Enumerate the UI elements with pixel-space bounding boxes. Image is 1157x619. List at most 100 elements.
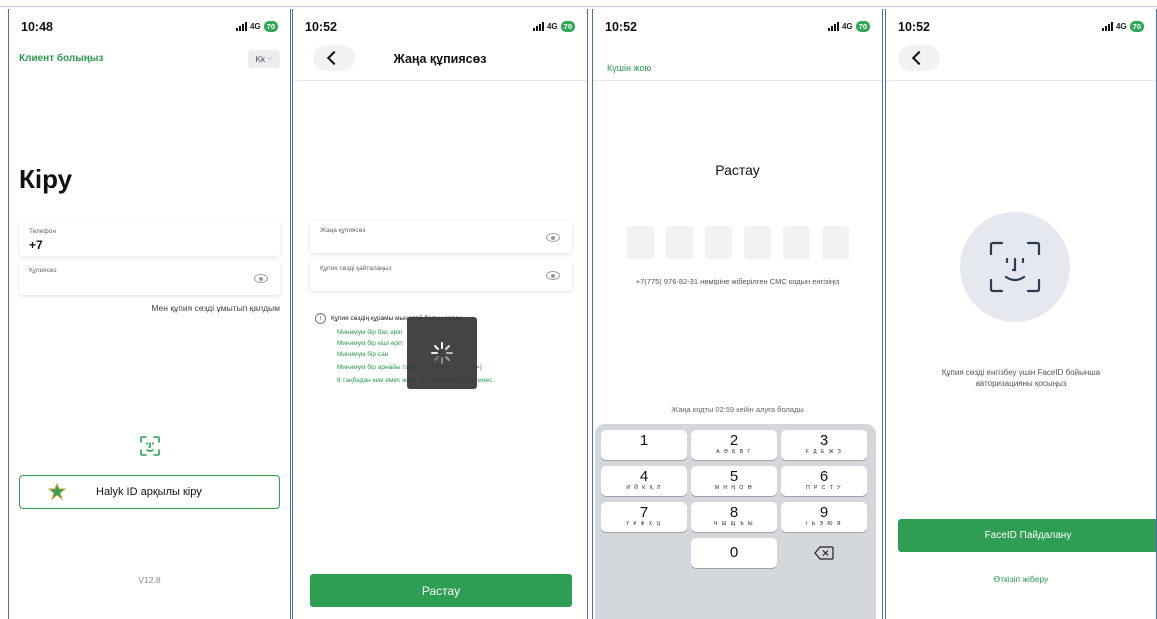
language-selector[interactable]: Kk ⌵ (248, 50, 280, 68)
numeric-keypad: 1 2 А Ә Б В Г 3 F Д Е Ж З 4 И Й К Қ Л 5 … (595, 424, 876, 619)
eye-icon[interactable] (546, 271, 560, 280)
skip-link[interactable]: Өткізіп жіберу (886, 574, 1156, 584)
otp-digit-box[interactable] (783, 226, 810, 259)
status-bar: 10:52 4G 70 (293, 20, 587, 36)
rule-item: Минимум бір бас әріп (337, 329, 403, 336)
become-client-link[interactable]: Клиент болыңыз (19, 53, 103, 64)
repeat-password-field[interactable]: Құпия сөзді қайталаңыз (310, 259, 572, 291)
network-type: 4G (546, 22, 558, 31)
resend-timer: Жаңа кодты 02:59 кейін алуға болады (671, 405, 804, 414)
chevron-down-icon: ⌵ (267, 55, 273, 62)
password-label: Құпиясөз (29, 267, 57, 274)
otp-digit-box[interactable] (822, 226, 849, 259)
network-indicator: 4G 70 (532, 21, 575, 32)
key-digit: 7 (639, 504, 649, 521)
new-password-screen: 10:52 4G 70 Жаңа құпиясөз Жаңа құпиясөз … (292, 9, 588, 619)
otp-digit-box[interactable] (627, 226, 654, 259)
battery-icon: 70 (560, 21, 575, 32)
face-id-illustration (960, 212, 1070, 322)
rule-item: Минимум бір кіші әріп (337, 340, 403, 347)
key-digit: 9 (819, 504, 829, 521)
status-time: 10:48 (21, 20, 53, 34)
key-letters: И Й К Қ Л (626, 485, 662, 491)
eye-icon[interactable] (254, 274, 268, 283)
phone-value: +7 (29, 238, 43, 252)
app-version: V12.8 (138, 575, 161, 585)
header-divider (593, 80, 882, 81)
key-4[interactable]: 4 И Й К Қ Л (601, 466, 687, 496)
header-divider (293, 80, 587, 81)
signal-icon (532, 22, 544, 31)
page-title: Кіру (19, 164, 73, 194)
forgot-password-link[interactable]: Мен құпия сөзді ұмытып қалдым (151, 303, 280, 313)
key-digit: 8 (729, 504, 739, 521)
key-digit: 5 (729, 468, 739, 485)
otp-digit-box[interactable] (666, 226, 693, 259)
use-face-id-label: FaceID Пайдалану (984, 530, 1072, 541)
key-letters: М Н Ң О Ө (714, 485, 754, 491)
status-time: 10:52 (898, 20, 930, 34)
top-border (0, 0, 1157, 8)
key-7[interactable]: 7 Ү Ұ Ф Х Ц (601, 502, 687, 532)
key-letters: І Ь Э Ю Я (806, 521, 842, 527)
face-id-icon[interactable] (139, 435, 161, 457)
key-1[interactable]: 1 (601, 430, 687, 460)
key-9[interactable]: 9 І Ь Э Ю Я (781, 502, 867, 532)
key-2[interactable]: 2 А Ә Б В Г (691, 430, 777, 460)
cancel-link[interactable]: Күшін жою (607, 63, 651, 73)
eye-icon[interactable] (546, 233, 560, 242)
backspace-key[interactable] (781, 538, 867, 568)
signal-icon (1101, 22, 1113, 31)
key-0[interactable]: 0 (691, 538, 777, 568)
signal-icon (827, 22, 839, 31)
halyk-logo-icon (48, 483, 66, 501)
otp-code-input[interactable] (627, 226, 849, 260)
network-indicator: 4G 70 (827, 21, 870, 32)
key-letters: А Ә Б В Г (716, 449, 752, 455)
phone-label: Телефон (29, 228, 56, 235)
new-password-field[interactable]: Жаңа құпиясөз (310, 221, 572, 253)
repeat-password-label: Құпия сөзді қайталаңыз (320, 265, 392, 272)
status-time: 10:52 (305, 20, 337, 34)
new-password-label: Жаңа құпиясөз (320, 227, 366, 234)
battery-icon: 70 (1129, 21, 1144, 32)
confirm-button-label: Растау (421, 583, 461, 598)
key-digit: 6 (819, 468, 829, 485)
key-digit: 0 (729, 544, 739, 561)
network-type: 4G (1115, 22, 1127, 31)
back-button[interactable] (898, 45, 940, 71)
otp-instruction: +7(775) 976-82-31 нөміріне жіберілген СМ… (635, 277, 840, 286)
face-id-description: Құпия сөзді енгізбеу үшін FaceID бойынша… (941, 368, 1101, 388)
password-field[interactable]: Құпиясөз (19, 261, 280, 295)
loading-spinner-icon (431, 342, 453, 364)
key-8[interactable]: 8 Ч Ш Щ Ъ Ы (691, 502, 777, 532)
confirm-button[interactable]: Растау (310, 574, 572, 607)
otp-digit-box[interactable] (744, 226, 771, 259)
status-bar: 10:52 4G 70 (593, 20, 882, 36)
phone-field[interactable]: Телефон +7 (19, 222, 280, 256)
halyk-id-button[interactable]: Halyk ID арқылы кіру (19, 475, 280, 509)
network-type: 4G (841, 22, 853, 31)
otp-screen: 10:52 4G 70 Күшін жою Растау +7(775) 976… (592, 9, 883, 619)
face-id-icon (989, 241, 1041, 293)
network-indicator: 4G 70 (1101, 21, 1144, 32)
header-divider (886, 80, 1156, 81)
halyk-button-label: Halyk ID арқылы кіру (96, 486, 202, 498)
key-digit: 2 (729, 432, 739, 449)
key-digit: 4 (639, 468, 649, 485)
status-bar: 10:52 4G 70 (886, 20, 1156, 36)
page-title: Растау (715, 162, 760, 178)
otp-digit-box[interactable] (705, 226, 732, 259)
loading-overlay (407, 317, 477, 389)
signal-icon (235, 22, 247, 31)
use-face-id-button[interactable]: FaceID Пайдалану (898, 519, 1156, 552)
key-3[interactable]: 3 F Д Е Ж З (781, 430, 867, 460)
key-5[interactable]: 5 М Н Ң О Ө (691, 466, 777, 496)
key-letters: Ч Ш Щ Ъ Ы (713, 521, 755, 527)
network-indicator: 4G 70 (235, 21, 278, 32)
face-id-screen: 10:52 4G 70 Құпия сөзді енгізбеу үшін Fa… (885, 9, 1157, 619)
language-label: Kk (255, 54, 266, 64)
key-6[interactable]: 6 П Р С Т У (781, 466, 867, 496)
key-digit: 1 (639, 432, 649, 449)
key-digit: 3 (819, 432, 829, 449)
